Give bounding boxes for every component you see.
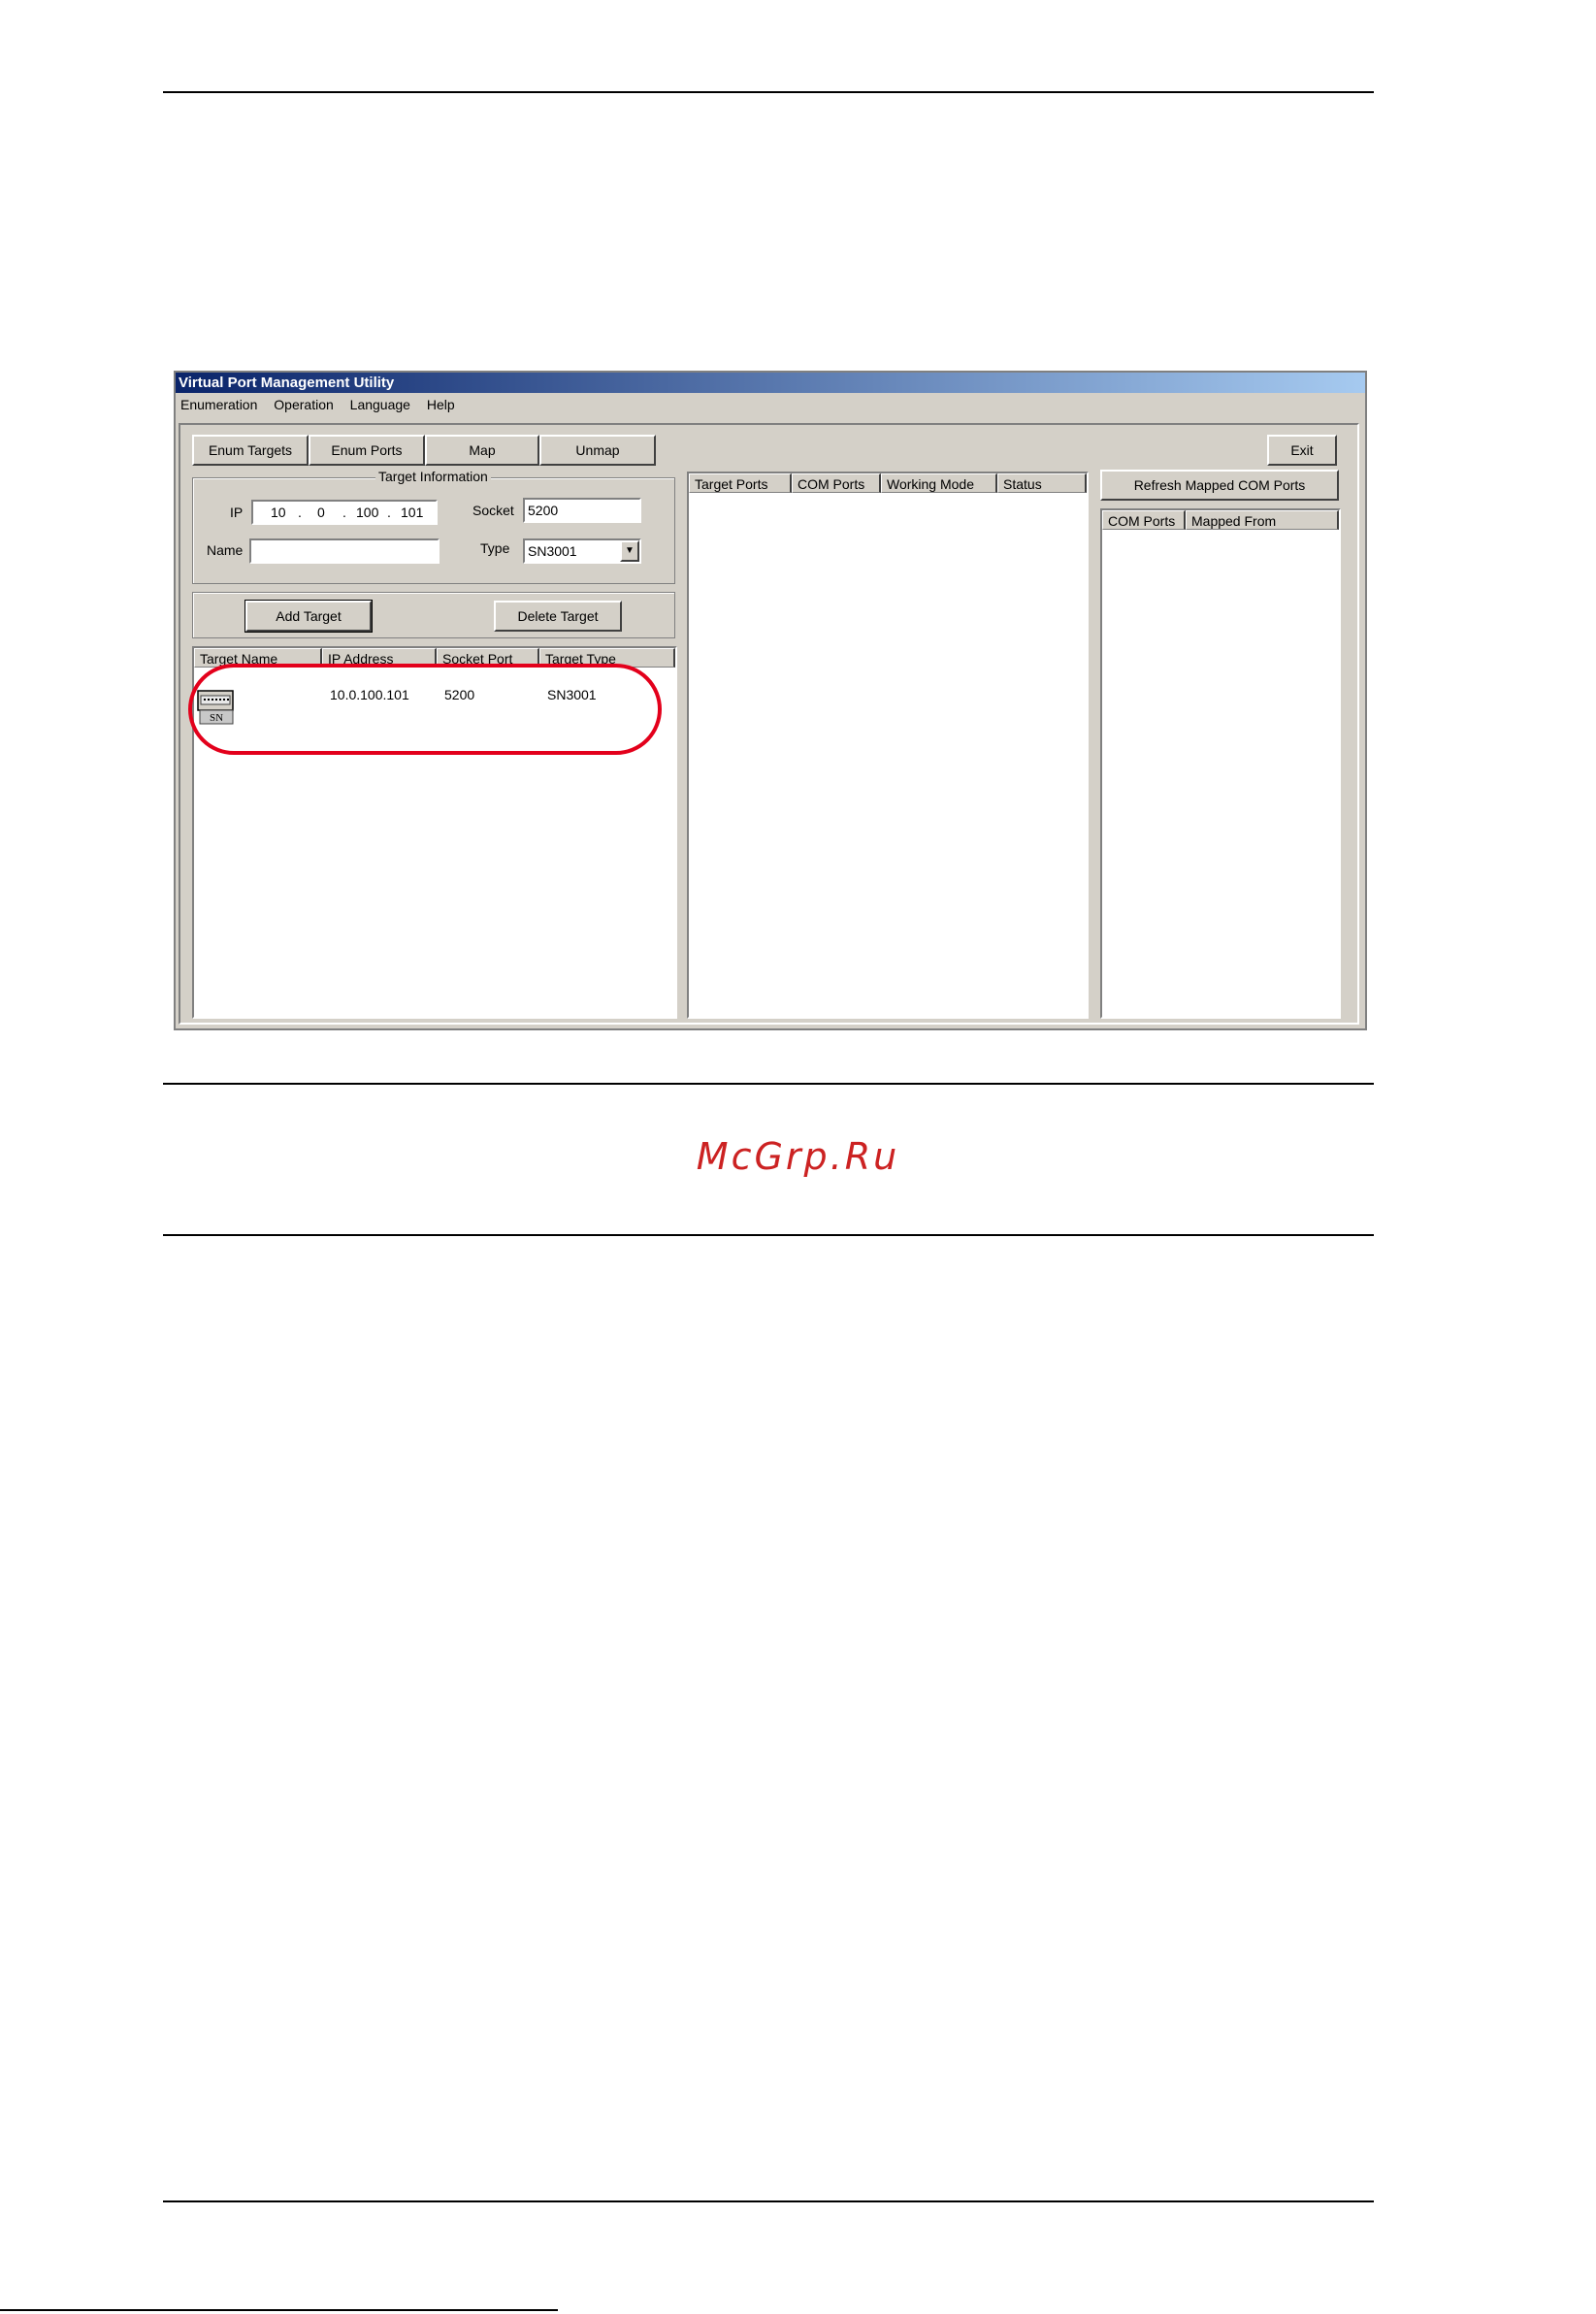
col-status[interactable]: Status <box>997 473 1087 493</box>
menu-operation[interactable]: Operation <box>269 394 341 415</box>
col-target-ports[interactable]: Target Ports <box>689 473 792 493</box>
menu-enumeration[interactable]: Enumeration <box>176 394 265 415</box>
name-label: Name <box>207 542 244 558</box>
socket-label: Socket <box>472 503 514 518</box>
middle-rule <box>163 1083 1374 1085</box>
lower-rule <box>163 1234 1374 1236</box>
watermark: McGrp.Ru <box>696 1135 900 1178</box>
unmap-button[interactable]: Unmap <box>539 435 656 466</box>
type-select[interactable]: SN3001 ▼ <box>523 538 641 564</box>
ip-label: IP <box>230 505 244 520</box>
mapped-com-ports-list[interactable]: COM Ports Mapped From <box>1100 508 1341 1019</box>
type-label: Type <box>480 540 510 556</box>
menu-help[interactable]: Help <box>422 394 463 415</box>
enum-ports-button[interactable]: Enum Ports <box>309 435 425 466</box>
map-button[interactable]: Map <box>425 435 539 466</box>
target-information-title: Target Information <box>375 469 491 484</box>
name-field[interactable] <box>249 538 440 564</box>
top-rule <box>163 91 1374 93</box>
col-mapped-from[interactable]: Mapped From <box>1186 510 1339 530</box>
ip-address-field[interactable]: 10 . 0 . 100 . 101 <box>251 500 438 525</box>
exit-button[interactable]: Exit <box>1267 435 1337 466</box>
col-com-ports[interactable]: COM Ports <box>792 473 881 493</box>
bottom-edge-line <box>0 2309 558 2311</box>
col-working-mode[interactable]: Working Mode <box>881 473 997 493</box>
footer-rule <box>163 2200 1374 2202</box>
col-mapped-com-ports[interactable]: COM Ports <box>1102 510 1186 530</box>
menu-language[interactable]: Language <box>345 394 418 415</box>
target-ports-list[interactable]: Target Ports COM Ports Working Mode Stat… <box>687 472 1089 1019</box>
window-title: Virtual Port Management Utility <box>176 373 1365 393</box>
socket-field[interactable]: 5200 <box>523 498 641 523</box>
enum-targets-button[interactable]: Enum Targets <box>192 435 309 466</box>
chevron-down-icon[interactable]: ▼ <box>620 540 639 562</box>
delete-target-button[interactable]: Delete Target <box>494 601 622 632</box>
menu-bar: Enumeration Operation Language Help <box>176 394 1365 415</box>
highlight-ellipse <box>188 664 662 755</box>
refresh-mapped-com-ports-button[interactable]: Refresh Mapped COM Ports <box>1100 470 1339 501</box>
target-actions-group: Add Target Delete Target <box>192 592 675 638</box>
target-information-group: Target Information IP 10 . 0 . 100 . 101… <box>192 469 675 584</box>
add-target-button[interactable]: Add Target <box>244 600 373 633</box>
